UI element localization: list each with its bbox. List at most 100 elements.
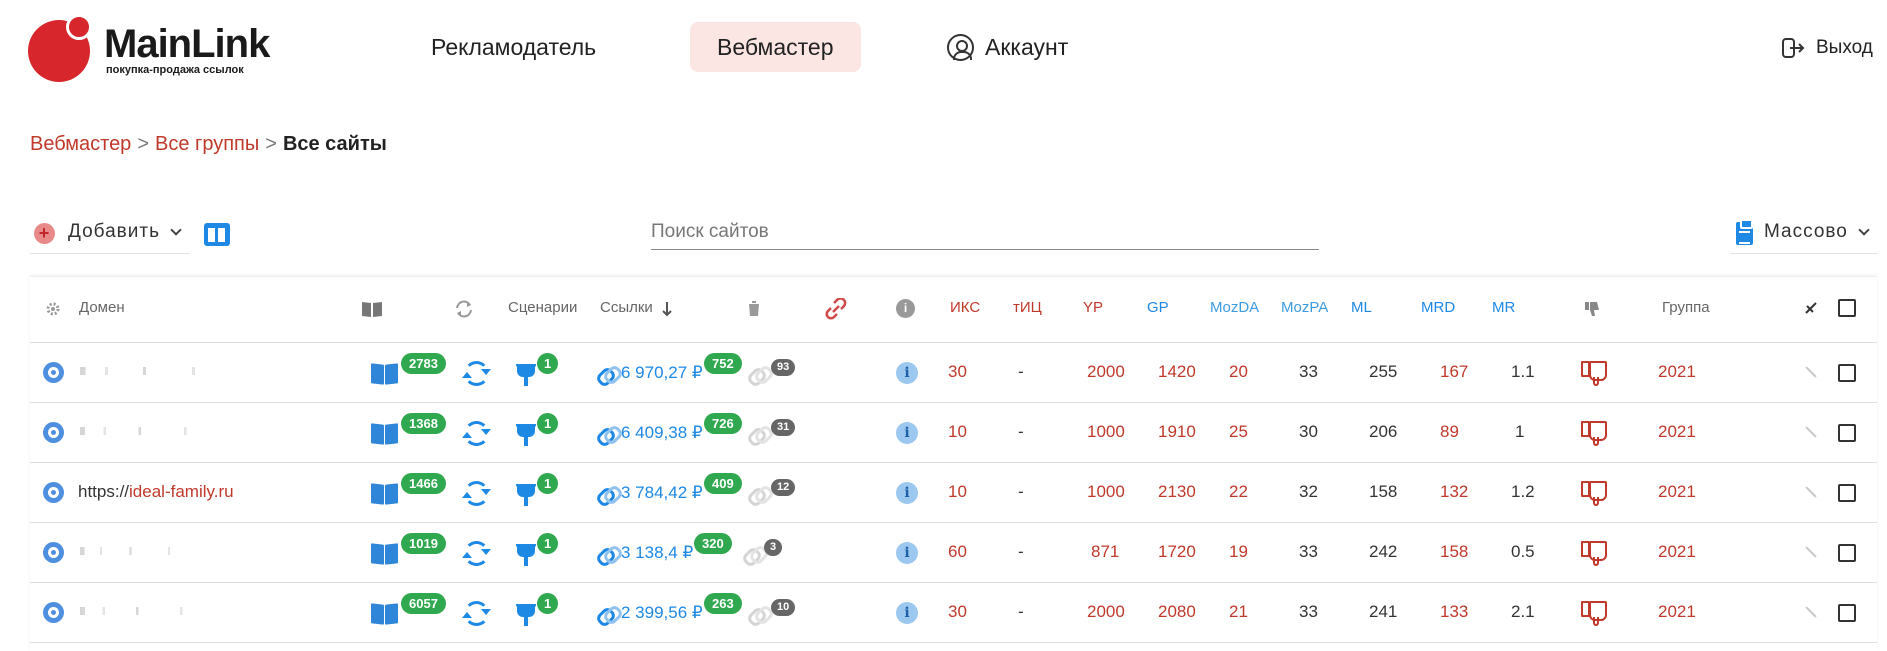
pages-book-icon[interactable] (371, 484, 399, 505)
broken-link-icon[interactable] (746, 423, 768, 445)
header-mozpa[interactable]: MozPA (1281, 299, 1328, 316)
broken-link-icon[interactable] (746, 363, 768, 385)
link-icon[interactable] (595, 543, 617, 565)
thumbs-down-icon[interactable] (1584, 301, 1600, 317)
info-icon[interactable]: i (896, 602, 918, 624)
pin-icon[interactable] (1805, 426, 1817, 438)
thumbs-down-icon[interactable] (1581, 599, 1607, 627)
row-checkbox[interactable] (1838, 364, 1856, 382)
bulk-actions-button[interactable]: Массово (1730, 214, 1878, 254)
sync-icon[interactable] (462, 541, 491, 566)
links-price[interactable]: 6 409,38 ₽ (621, 423, 703, 443)
pin-icon[interactable] (1805, 366, 1817, 378)
thumbs-down-icon[interactable] (1581, 479, 1607, 507)
pages-book-icon[interactable] (371, 544, 399, 565)
settings-gear-icon[interactable] (46, 302, 60, 316)
group-value[interactable]: 2021 (1658, 422, 1696, 442)
header-tic[interactable]: тИЦ (1013, 299, 1042, 316)
site-search-input[interactable] (651, 214, 1319, 250)
nav-account[interactable]: Аккаунт (945, 22, 1095, 72)
sort-arrow-down-icon[interactable] (661, 301, 673, 317)
site-settings-gear-icon[interactable] (43, 422, 64, 443)
row-checkbox[interactable] (1838, 484, 1856, 502)
add-dropdown-button[interactable]: + Добавить (30, 214, 190, 254)
breadcrumb-separator: > (265, 133, 277, 155)
plug-icon[interactable] (516, 362, 536, 387)
nav-advertiser[interactable]: Рекламодатель (404, 22, 623, 72)
link-icon[interactable] (595, 423, 617, 445)
mainlink-logo[interactable]: MainLink покупка-продажа ссылок (28, 14, 270, 82)
mozda-value: 25 (1229, 422, 1248, 441)
row-checkbox[interactable] (1838, 604, 1856, 622)
columns-toggle-icon[interactable] (204, 223, 230, 246)
logout-button[interactable]: Выход (1782, 34, 1873, 62)
group-value[interactable]: 2021 (1658, 482, 1696, 502)
header-mozda[interactable]: MozDA (1210, 299, 1259, 316)
pages-book-icon[interactable] (371, 424, 399, 445)
link-icon[interactable] (595, 483, 617, 505)
info-icon[interactable]: i (896, 362, 918, 384)
links-price[interactable]: 6 970,27 ₽ (621, 363, 703, 383)
pages-book-icon[interactable] (371, 604, 399, 625)
info-icon[interactable]: i (896, 422, 918, 444)
link-icon[interactable] (595, 363, 617, 385)
thumbs-down-icon[interactable] (1581, 539, 1607, 567)
sync-icon[interactable] (462, 481, 491, 506)
plug-icon[interactable] (516, 482, 536, 507)
links-price[interactable]: 3 784,42 ₽ (621, 483, 703, 503)
pin-icon[interactable] (1805, 606, 1817, 618)
sync-icon[interactable] (454, 299, 474, 319)
header-links[interactable]: Ссылки (600, 299, 653, 316)
nav-webmaster[interactable]: Вебмастер (690, 22, 861, 72)
header-mrd[interactable]: MRD (1421, 299, 1455, 316)
pin-icon[interactable] (1805, 486, 1817, 498)
breadcrumb-webmaster[interactable]: Вебмастер (30, 133, 131, 155)
site-settings-gear-icon[interactable] (43, 482, 64, 503)
header-domain[interactable]: Домен (79, 299, 125, 316)
group-value[interactable]: 2021 (1658, 602, 1696, 622)
site-settings-gear-icon[interactable] (43, 542, 64, 563)
thumbs-down-icon[interactable] (1581, 359, 1607, 387)
header-ml[interactable]: ML (1351, 299, 1372, 316)
row-checkbox[interactable] (1838, 544, 1856, 562)
sync-icon[interactable] (462, 421, 491, 446)
domain-name: ideal-family.ru (129, 482, 234, 501)
plug-icon[interactable] (516, 542, 536, 567)
trash-icon[interactable] (747, 300, 761, 317)
broken-link-icon[interactable] (741, 543, 763, 565)
links-price[interactable]: 3 138,4 ₽ (621, 543, 693, 563)
header-yp[interactable]: YP (1083, 299, 1103, 316)
header-group[interactable]: Группа (1662, 299, 1710, 316)
domain-link[interactable]: https://ideal-family.ru (78, 482, 234, 502)
pages-book-icon[interactable] (371, 364, 399, 385)
link-icon[interactable] (595, 603, 617, 625)
group-value[interactable]: 2021 (1658, 542, 1696, 562)
pin-icon[interactable] (1805, 546, 1817, 558)
info-icon[interactable]: i (896, 482, 918, 504)
site-settings-gear-icon[interactable] (43, 602, 64, 623)
select-all-checkbox[interactable] (1838, 299, 1856, 317)
group-value[interactable]: 2021 (1658, 362, 1696, 382)
plug-icon[interactable] (516, 602, 536, 627)
broken-link-icon[interactable] (825, 298, 847, 320)
plug-icon[interactable] (516, 422, 536, 447)
header-iks[interactable]: ИКС (950, 299, 980, 316)
sync-icon[interactable] (462, 361, 491, 386)
row-checkbox[interactable] (1838, 424, 1856, 442)
broken-link-icon[interactable] (746, 603, 768, 625)
table-row: https://ideal-family.ru 1466 1 3 784,42 … (30, 463, 1877, 523)
mr-value: 2.1 (1511, 602, 1535, 621)
pin-icon[interactable] (1805, 302, 1817, 314)
pages-book-icon[interactable] (361, 300, 383, 318)
info-icon[interactable]: i (896, 299, 915, 318)
info-icon[interactable]: i (896, 542, 918, 564)
broken-link-icon[interactable] (746, 483, 768, 505)
links-price[interactable]: 2 399,56 ₽ (621, 603, 703, 623)
header-gp[interactable]: GP (1147, 299, 1169, 316)
header-scenarios[interactable]: Сценарии (508, 299, 577, 316)
header-mr[interactable]: MR (1492, 299, 1515, 316)
site-settings-gear-icon[interactable] (43, 362, 64, 383)
breadcrumb-all-groups[interactable]: Все группы (155, 133, 259, 155)
thumbs-down-icon[interactable] (1581, 419, 1607, 447)
sync-icon[interactable] (462, 601, 491, 626)
